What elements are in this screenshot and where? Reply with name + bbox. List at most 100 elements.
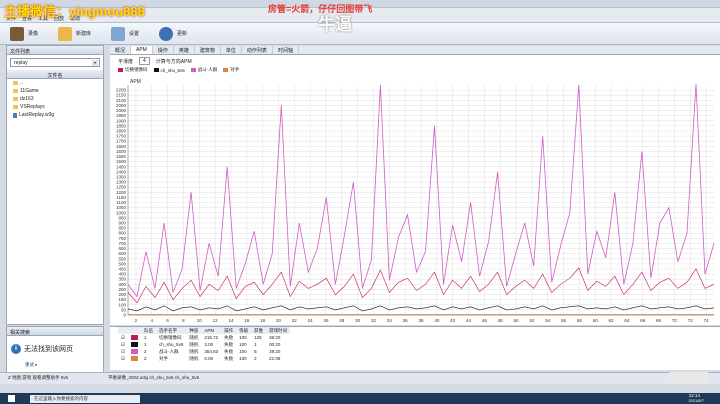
col-wins[interactable]: 获胜 — [251, 327, 267, 334]
table-cell: 00:20 — [269, 342, 281, 347]
x-tick-label: 68 — [656, 318, 662, 323]
x-tick-label: 28 — [339, 318, 345, 323]
row-checkbox[interactable]: ☑ — [118, 334, 128, 341]
tab-action-list[interactable]: 动作列表 — [242, 46, 273, 54]
table-header-row: 队伍 选手名字 种族 APM 操作 等级 获胜 游戏时间 — [118, 327, 291, 334]
col-apm[interactable]: APM — [201, 327, 222, 334]
tree-item-label: 11Game — [20, 88, 39, 94]
tab-overview[interactable]: 概况 — [110, 46, 132, 54]
table-cell: 21:08 — [269, 356, 281, 361]
table-cell: 0.00 — [204, 356, 214, 361]
table-cell: 100 — [239, 342, 247, 347]
table-cell: 2 — [254, 356, 257, 361]
legend-item-3[interactable]: 战斗·人群 — [190, 67, 217, 73]
legend-label: ch_shu_5v5 — [160, 67, 185, 73]
x-tick-label: 26 — [323, 318, 329, 323]
legend-item-1[interactable]: 切换镜像码 — [118, 67, 148, 73]
swatch — [131, 334, 139, 340]
folder-combo[interactable]: replay ▾ — [10, 58, 100, 67]
legend-swatch — [118, 68, 123, 72]
folder-icon — [13, 105, 18, 109]
tab-actions[interactable]: 操作 — [153, 46, 174, 54]
table-cell: 39:20 — [269, 335, 281, 340]
legend-item-2[interactable]: ch_shu_5v5 — [153, 67, 185, 73]
x-tick-label: 6 — [166, 318, 169, 323]
col-level[interactable]: 等级 — [236, 327, 252, 334]
update-button[interactable]: 更新 — [159, 26, 187, 41]
x-tick-label: 48 — [498, 318, 504, 323]
col-team[interactable]: 队伍 — [141, 327, 157, 334]
watermark — [670, 372, 708, 384]
apm-mode-label: 计算与方向APM — [155, 58, 192, 65]
replay-button[interactable]: 录像 — [10, 26, 38, 41]
tab-buildings[interactable]: 建筑物 — [195, 46, 221, 54]
status-left: Z 地图 游戏 观看调整助手 5v5 — [8, 375, 69, 380]
tree-item-dz163[interactable]: dz163 — [7, 95, 103, 103]
settings-icon — [111, 26, 126, 41]
x-tick-label: 40 — [434, 318, 440, 323]
taskbar-search-input[interactable]: 在这里输入你要搜索的内容 — [30, 395, 140, 403]
col-race[interactable]: 种族 — [186, 327, 202, 334]
tab-heroes[interactable]: 英雄 — [174, 46, 195, 54]
row-checkbox[interactable]: ☑ — [118, 348, 128, 355]
table-cell: 2 — [144, 349, 147, 354]
tree-item-label: dz163 — [20, 96, 34, 102]
tree-title: 文件名 — [7, 70, 103, 79]
smoothness-label: 平滑度 — [118, 58, 134, 65]
table-row[interactable]: ☑ 1 ch_shu_5v5 随机 3.00 失败 100 1 00:20 — [118, 341, 290, 348]
table-cell: 失败 — [224, 341, 234, 347]
tree-item-lastreplay[interactable]: LastReplay.w3g — [7, 111, 103, 119]
streamer-wechat: 主播微信：yingmou888 — [4, 4, 145, 19]
file-list-title: 文件列表 — [7, 46, 103, 55]
players-table-panel: 队伍 选手名字 种族 APM 操作 等级 获胜 游戏时间 ☑ 1 切换镜像码 随机 21… — [110, 326, 720, 370]
table-cell: 2 — [144, 356, 147, 361]
tab-units[interactable]: 单位 — [221, 46, 242, 54]
table-row[interactable]: ☑ 1 切换镜像码 随机 215.72 失败 100 125 39:20 — [118, 334, 290, 341]
table-row[interactable]: ☑ 2 战斗·人群 随机 354.83 失败 100 5 39:20 — [118, 348, 290, 355]
x-tick-label: 54 — [545, 318, 551, 323]
table-cell: 切换镜像码 — [159, 334, 182, 340]
smoothness-input[interactable]: 4 — [139, 57, 150, 65]
folder-combo-value: replay — [14, 60, 28, 66]
replay-file-icon — [13, 112, 17, 118]
col-time[interactable]: 游戏时间 — [266, 327, 291, 334]
x-tick-label: 8 — [182, 318, 185, 323]
new-library-button[interactable]: 新建库 — [58, 26, 92, 41]
row-checkbox[interactable]: ☑ — [118, 355, 128, 362]
x-tick-label: 70 — [672, 318, 678, 323]
start-icon[interactable] — [8, 395, 15, 402]
table-cell: 1 — [254, 342, 257, 347]
x-tick-label: 42 — [450, 318, 456, 323]
settings-button[interactable]: 设置 — [111, 26, 139, 41]
retry-link[interactable]: 重试 ▸ — [7, 362, 103, 368]
legend-item-4[interactable]: 对手 — [223, 67, 239, 73]
table-cell: 1 — [144, 335, 147, 340]
swatch — [131, 348, 139, 354]
players-table: 队伍 选手名字 种族 APM 操作 等级 获胜 游戏时间 ☑ 1 切换镜像码 随机 21… — [118, 327, 291, 362]
tab-apm[interactable]: APM — [131, 46, 153, 54]
related-search-title: 相关搜索 — [7, 327, 103, 336]
table-row[interactable]: ☑ 2 对手 随机 0.00 失败 100 2 21:08 — [118, 355, 290, 362]
taskbar-date: 2021/8/7 — [688, 398, 704, 403]
swatch — [131, 341, 139, 347]
x-tick-label: 58 — [577, 318, 583, 323]
row-checkbox[interactable]: ☑ — [118, 341, 128, 348]
apm-chart-area: 2200 2150 2100 2050 2000 1950 1900 1850 1800 1750… — [110, 55, 720, 325]
tree-item-vsreplays[interactable]: VSReplays — [7, 103, 103, 111]
toolbar: 录像 新建库 设置 更新 — [0, 23, 720, 45]
x-tick-label: 62 — [609, 318, 615, 323]
x-tick-label: 14 — [228, 318, 234, 323]
new-library-button-label: 新建库 — [76, 31, 92, 37]
col-result[interactable]: 操作 — [221, 327, 237, 334]
x-tick-label: 2 — [135, 318, 138, 323]
table-cell: 随机 — [189, 341, 199, 347]
tab-timeline[interactable]: 时间轴 — [273, 46, 299, 54]
table-cell: 随机 — [189, 355, 199, 361]
tree-item-11game[interactable]: 11Game — [7, 87, 103, 95]
apm-chart: 2200215021002050200019501900185018001750… — [116, 79, 715, 323]
table-cell: 随机 — [189, 334, 199, 340]
col-player[interactable]: 选手名字 — [156, 327, 187, 334]
info-icon: i — [11, 344, 21, 354]
x-tick-label: 46 — [482, 318, 488, 323]
tree-item-parent[interactable]: .. — [7, 79, 103, 87]
